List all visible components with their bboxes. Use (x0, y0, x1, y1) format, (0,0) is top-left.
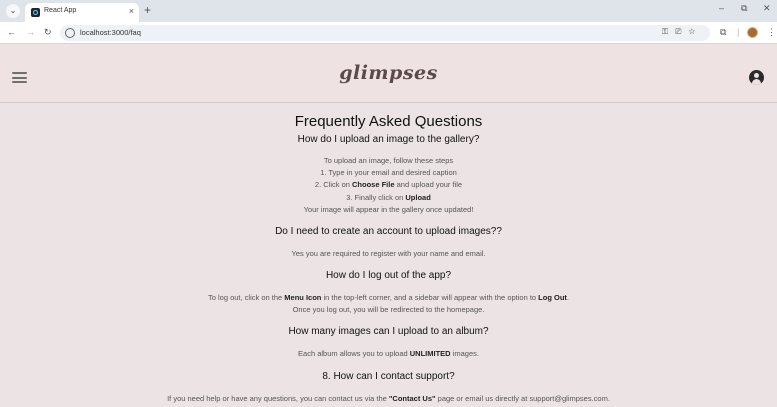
answer-text: If you need help or have any questions, … (167, 394, 389, 403)
faq-question-account: Do I need to create an account to upload… (275, 226, 502, 237)
minimize-icon[interactable]: – (719, 3, 724, 13)
extensions-icon[interactable]: ⧉ (720, 27, 726, 38)
answer-line: To upload an image, follow these steps (0, 155, 777, 167)
faq-question-support: 8. How can I contact support? (322, 371, 455, 382)
react-favicon-icon (31, 8, 40, 17)
answer-line: Once you log out, you will be redirected… (0, 304, 777, 316)
back-icon[interactable]: ← (7, 27, 16, 37)
omnibox-actions-icon[interactable]: ⚿⎚☆ (662, 27, 702, 37)
browser-toolbar: ← → ↻ localhost:3000/faq ⚿⎚☆ ⧉ | ⋮ (0, 22, 777, 44)
answer-text: and upload your file (394, 180, 463, 190)
new-tab-button[interactable]: + (144, 3, 151, 17)
answer-line: 2. Click on Choose File and upload your … (0, 179, 777, 191)
browser-menu-icon[interactable]: ⋮ (767, 27, 776, 38)
answer-text: page or email us directly at support@gli… (435, 394, 610, 403)
answer-text: 1. Type in your email and desired captio… (320, 168, 457, 178)
profile-avatar-icon[interactable] (747, 27, 758, 38)
faq-answer-logout: To log out, click on the Menu Icon in th… (0, 292, 777, 316)
address-bar[interactable]: localhost:3000/faq ⚿⎚☆ (60, 25, 710, 41)
answer-text: Each album allows you to upload (298, 349, 410, 358)
answer-emphasis: Menu Icon (284, 293, 322, 302)
tab-title: React App (44, 7, 77, 14)
answer-emphasis: Choose File (352, 180, 395, 190)
app-header: glimpses (0, 45, 777, 103)
answer-emphasis: UNLIMITED (409, 349, 451, 358)
account-icon[interactable] (749, 70, 764, 85)
tab-close-icon[interactable]: × (129, 6, 134, 16)
site-info-icon[interactable] (65, 28, 75, 38)
answer-text: Once you log out, you will be redirected… (292, 305, 485, 315)
reload-icon[interactable]: ↻ (44, 27, 52, 38)
answer-text: 3. Finally click on (346, 192, 406, 202)
faq-answer-album: Each album allows you to upload UNLIMITE… (0, 348, 777, 360)
faq-answer-account: Yes you are required to register with yo… (0, 248, 777, 260)
browser-tab[interactable]: React App × (25, 3, 139, 22)
tab-search-icon[interactable]: ⌄ (6, 4, 20, 18)
answer-line: 1. Type in your email and desired captio… (0, 167, 777, 179)
answer-text: 2. Click on (314, 180, 353, 190)
faq-question-album: How many images can I upload to an album… (288, 326, 489, 337)
answer-emphasis: Log Out (538, 293, 567, 302)
restore-icon[interactable]: ⧉ (741, 3, 747, 14)
answer-line: Your image will appear in the gallery on… (0, 204, 777, 216)
faq-answer-support: If you need help or have any questions, … (0, 393, 777, 405)
answer-line: Each album allows you to upload UNLIMITE… (0, 348, 777, 360)
faq-question-logout: How do I log out of the app? (325, 270, 452, 281)
faq-page: Frequently Asked Questions How do I uplo… (0, 104, 777, 407)
answer-text: in the top-left corner, and a sidebar wi… (321, 293, 539, 302)
answer-emphasis: Upload (405, 192, 431, 202)
faq-answer-upload: To upload an image, follow these steps 1.… (0, 155, 777, 216)
answer-text: . (566, 293, 570, 302)
answer-line: To log out, click on the Menu Icon in th… (0, 292, 777, 304)
answer-line: 3. Finally click on Upload (0, 192, 777, 204)
answer-text: To log out, click on the (207, 293, 285, 302)
toolbar-divider: | (737, 27, 740, 37)
browser-tabstrip: ⌄ React App × + – ⧉ ✕ (0, 0, 777, 22)
answer-text: Your image will appear in the gallery on… (303, 204, 474, 214)
forward-icon[interactable]: → (26, 27, 35, 37)
answer-text: Yes you are required to register with yo… (291, 249, 486, 258)
answer-line: If you need help or have any questions, … (0, 393, 777, 405)
answer-line: Yes you are required to register with yo… (0, 248, 777, 260)
close-window-icon[interactable]: ✕ (763, 3, 771, 14)
faq-question-upload: How do I upload an image to the gallery? (297, 134, 480, 145)
answer-emphasis: "Contact Us" (388, 394, 436, 403)
app-logo[interactable]: glimpses (0, 62, 777, 84)
url-text[interactable]: localhost:3000/faq (80, 28, 141, 37)
page-title: Frequently Asked Questions (294, 113, 483, 130)
answer-text: images. (450, 349, 479, 358)
answer-text: To upload an image, follow these steps (323, 156, 454, 165)
